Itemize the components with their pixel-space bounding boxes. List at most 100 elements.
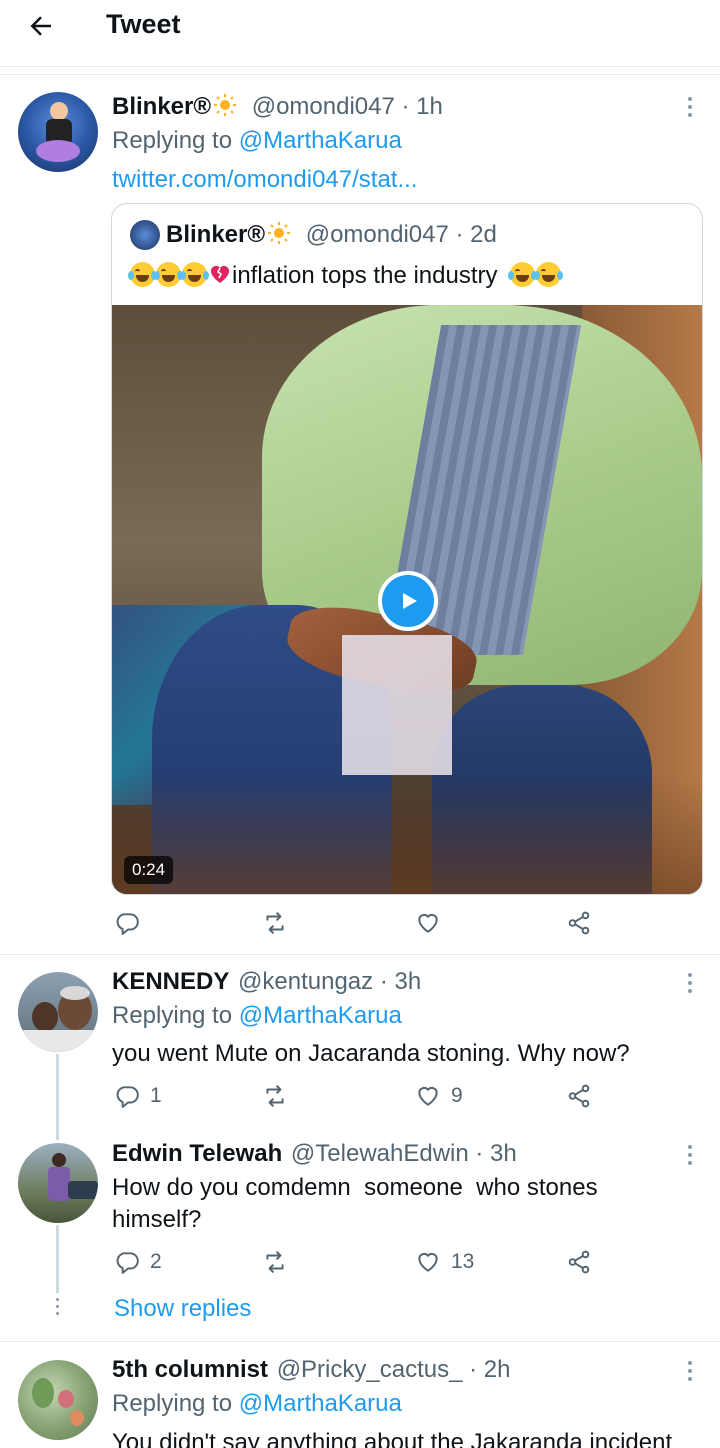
reply-button[interactable]: 2 <box>114 1249 162 1275</box>
quoted-avatar <box>130 220 160 250</box>
tweet-header: 5th columnist @Pricky_cactus_ · 2h <box>112 1355 510 1385</box>
share-icon <box>568 1084 590 1108</box>
crying-laughing-emoji <box>508 262 538 287</box>
thread-line <box>56 1054 59 1140</box>
retweet-button[interactable] <box>262 1083 288 1109</box>
avatar-figure <box>50 102 68 120</box>
timestamp: · 3h <box>475 1140 517 1167</box>
avatar-figure <box>52 1153 66 1167</box>
quoted-text: inflation tops the industry <box>128 261 564 291</box>
video-duration: 0:24 <box>124 856 174 884</box>
tweet-header: Blinker® @omondi047 · 1h <box>112 92 443 122</box>
avatar[interactable] <box>18 92 98 172</box>
more-vertical-icon[interactable] <box>687 97 693 117</box>
mention-link[interactable]: @MarthaKarua <box>239 127 402 154</box>
reply-icon <box>116 1252 139 1274</box>
sun-icon <box>268 222 291 244</box>
tweet-text-line-1: How do you comdemn someone who stones <box>112 1174 598 1201</box>
broken-heart-emoji <box>211 266 229 283</box>
tweet-text: You didn't say anything about the Jakara… <box>112 1429 673 1448</box>
retweet-icon <box>266 1251 284 1273</box>
tweet-actions: 1 9 <box>110 1083 610 1117</box>
avatar-cactus-fruit <box>58 1390 74 1408</box>
header-divider <box>0 66 720 67</box>
like-count: 13 <box>451 1250 475 1273</box>
like-icon <box>418 1252 438 1272</box>
reply-button[interactable] <box>114 910 140 936</box>
tweet-text-clip: You didn't say anything about the Jakara… <box>112 1428 712 1448</box>
video-player[interactable]: 0:24 <box>112 305 702 894</box>
tweet-link[interactable]: twitter.com/omondi047/stat... <box>112 165 417 195</box>
replying-to: Replying to @MarthaKarua <box>112 1389 402 1419</box>
avatar[interactable] <box>18 1360 98 1440</box>
quoted-handle: @omondi047 <box>305 221 449 248</box>
reply-count: 1 <box>150 1084 162 1107</box>
crying-laughing-emoji <box>180 262 209 287</box>
tweet-text: you went Mute on Jacaranda stoning. Why … <box>112 1040 630 1067</box>
avatar-figure-body <box>48 1167 70 1201</box>
share-button[interactable] <box>566 1249 592 1275</box>
like-button[interactable]: 13 <box>415 1249 474 1275</box>
header-divider-2 <box>0 74 720 75</box>
replying-to: Replying to @MarthaKarua <box>112 126 402 156</box>
share-icon <box>568 1250 590 1274</box>
more-vertical-icon[interactable] <box>687 1145 693 1165</box>
replying-to: Replying to @MarthaKarua <box>112 1001 402 1031</box>
avatar-shirt <box>18 1030 98 1052</box>
display-name[interactable]: 5th columnist <box>112 1356 268 1383</box>
avatar-cactus-fruit-2 <box>70 1410 84 1426</box>
play-button[interactable] <box>378 571 438 631</box>
more-vertical-icon[interactable] <box>687 1361 693 1381</box>
show-replies-link[interactable]: Show replies <box>114 1294 251 1324</box>
share-button[interactable] <box>566 910 592 936</box>
share-icon <box>568 911 590 935</box>
like-icon <box>418 913 438 933</box>
like-button[interactable]: 9 <box>415 1083 463 1109</box>
quoted-timestamp: · 2d <box>455 221 497 248</box>
retweet-icon <box>266 1085 284 1107</box>
display-name[interactable]: Edwin Telewah <box>112 1140 282 1167</box>
retweet-icon <box>266 912 284 934</box>
tweet-actions: 2 13 <box>110 1249 610 1283</box>
timestamp: · 2h <box>469 1356 511 1383</box>
mention-link[interactable]: @MarthaKarua <box>239 1390 402 1417</box>
crying-laughing-emoji <box>534 262 564 287</box>
quoted-tweet[interactable]: Blinker® @omondi047 · 2d inflation tops … <box>111 203 703 895</box>
crying-laughing-emoji <box>154 262 183 287</box>
handle: @omondi047 <box>251 93 395 120</box>
like-count: 9 <box>451 1084 463 1107</box>
tweet-header: Edwin Telewah @TelewahEdwin · 3h <box>112 1139 517 1169</box>
handle: @kentungaz <box>238 968 374 995</box>
quoted-header: Blinker® @omondi047 · 2d <box>166 220 497 250</box>
share-button[interactable] <box>566 1083 592 1109</box>
play-icon <box>403 593 417 609</box>
quoted-display-name: Blinker® <box>166 221 266 248</box>
sun-icon <box>214 94 237 116</box>
mention-link[interactable]: @MarthaKarua <box>239 1002 402 1029</box>
timestamp: · 3h <box>379 968 422 995</box>
avatar[interactable] <box>18 1143 98 1223</box>
thread-line <box>56 1225 59 1293</box>
replying-prefix: Replying to <box>112 127 233 154</box>
display-name[interactable]: KENNEDY <box>112 968 229 995</box>
display-name[interactable]: Blinker® <box>112 93 211 120</box>
reply-count: 2 <box>150 1250 162 1273</box>
handle: @Pricky_cactus_ <box>276 1356 463 1383</box>
like-icon <box>418 1086 438 1106</box>
reply-button[interactable]: 1 <box>114 1083 162 1109</box>
quoted-text-content: inflation tops the industry <box>232 262 498 289</box>
video-bench <box>112 775 702 894</box>
top-bar: Tweet <box>0 0 720 66</box>
avatar-cactus-pad <box>32 1378 54 1408</box>
tweet-actions <box>110 910 610 944</box>
avatar-hair <box>60 986 90 1000</box>
replying-prefix: Replying to <box>112 1390 233 1417</box>
timestamp: · 1h <box>401 93 443 120</box>
more-vertical-icon[interactable] <box>687 973 693 993</box>
retweet-button[interactable] <box>262 1249 288 1275</box>
reply-icon <box>116 913 139 935</box>
retweet-button[interactable] <box>262 910 288 936</box>
like-button[interactable] <box>415 910 441 936</box>
avatar[interactable] <box>18 972 98 1052</box>
back-arrow-icon[interactable] <box>26 11 56 41</box>
